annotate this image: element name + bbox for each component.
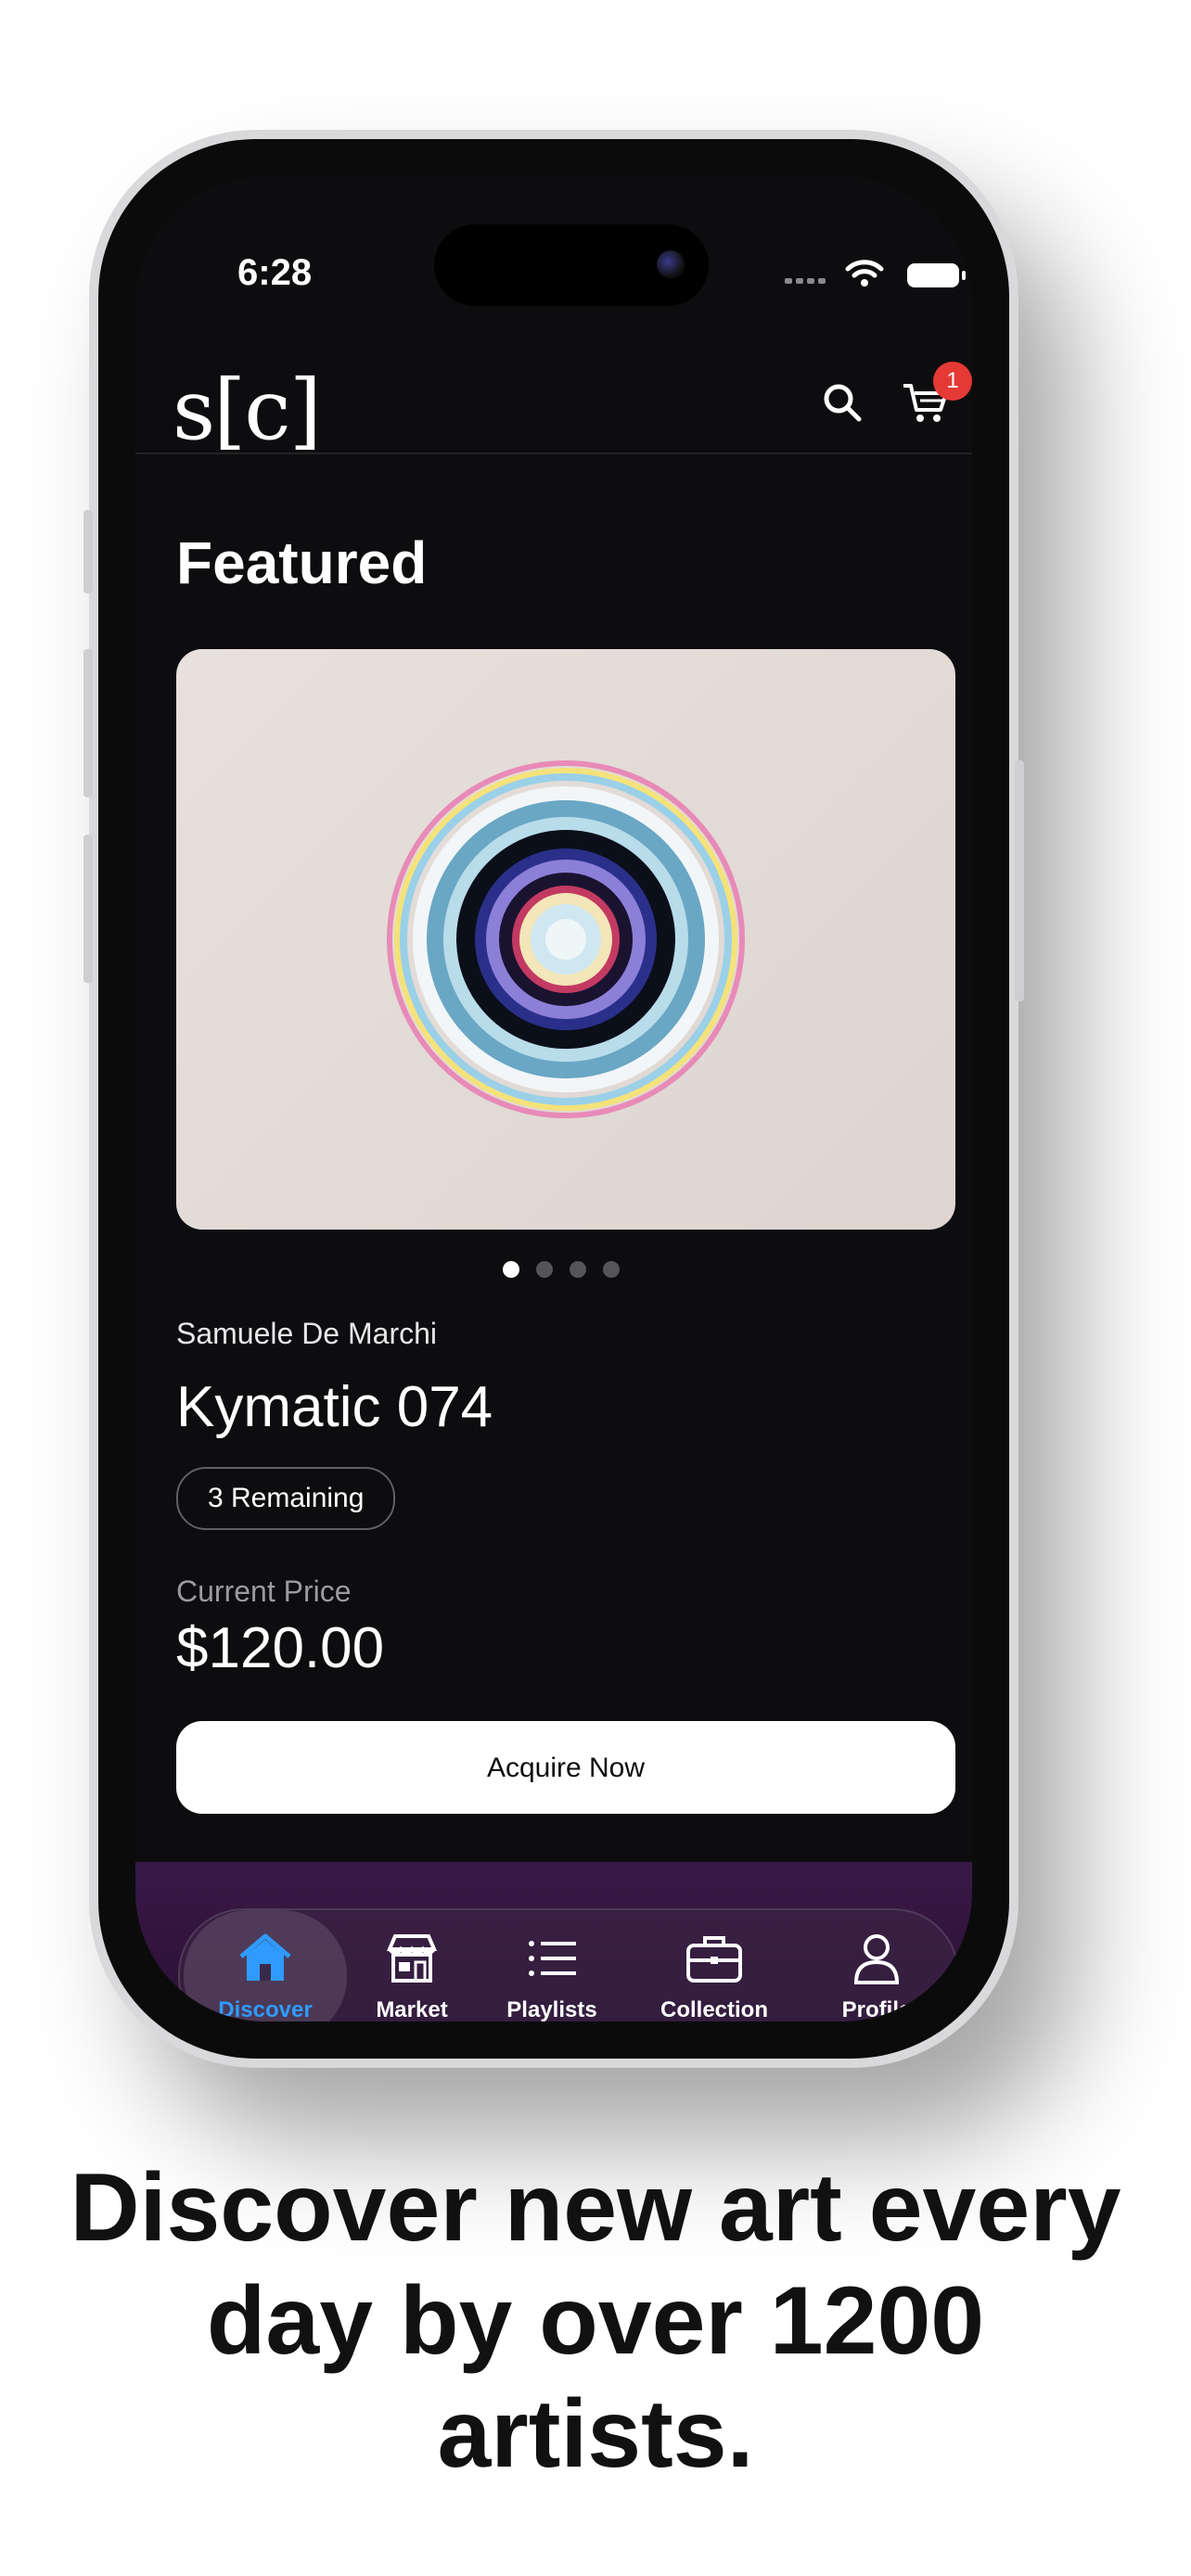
tab-profile[interactable]: Profile xyxy=(807,1910,946,2021)
status-time: 6:28 xyxy=(237,252,313,293)
tab-label: Market xyxy=(376,1997,448,2021)
camera-lens xyxy=(657,250,685,278)
bottom-tab-bar: Discover Market Playlists Collection Pro… xyxy=(178,1908,959,2021)
list-icon xyxy=(529,1941,576,1976)
person-icon xyxy=(853,1934,900,1984)
search-icon[interactable] xyxy=(820,380,864,425)
phone-frame: 6:28 s[c] 1 Featured Samuele De Marchi K… xyxy=(83,130,1024,2068)
artist-name[interactable]: Samuele De Marchi xyxy=(176,1317,437,1351)
carousel-dot[interactable] xyxy=(603,1261,620,1278)
volume-up-button xyxy=(83,649,93,797)
carousel-dot[interactable] xyxy=(536,1261,553,1278)
price-label: Current Price xyxy=(176,1575,352,1608)
dynamic-island xyxy=(434,224,709,306)
tab-collection[interactable]: Collection xyxy=(633,1910,796,2021)
price-value: $120.00 xyxy=(176,1616,385,1680)
app-header: s[c] 1 xyxy=(135,343,972,459)
tab-playlists[interactable]: Playlists xyxy=(484,1910,620,2021)
tab-label: Discover xyxy=(218,1997,313,2021)
cart-count-badge: 1 xyxy=(933,362,972,401)
power-button xyxy=(1015,760,1024,1001)
tab-label: Playlists xyxy=(506,1997,597,2021)
phone-bezel: 6:28 s[c] 1 Featured Samuele De Marchi K… xyxy=(98,139,1009,2059)
featured-artwork-image[interactable] xyxy=(176,649,955,1230)
carousel-dot[interactable] xyxy=(570,1261,586,1278)
wifi-icon xyxy=(845,260,884,287)
section-title: Featured xyxy=(176,529,428,596)
carousel-indicator xyxy=(503,1261,620,1278)
app-logo: s[c] xyxy=(173,362,322,459)
marketing-caption: Discover new art every day by over 1200 … xyxy=(70,2154,1121,2488)
battery-icon xyxy=(907,263,966,287)
acquire-now-button[interactable]: Acquire Now xyxy=(176,1721,955,1814)
remaining-badge: 3 Remaining xyxy=(176,1467,396,1530)
tab-market[interactable]: Market xyxy=(356,1910,467,2021)
tab-discover[interactable]: Discover xyxy=(184,1910,347,2021)
volume-down-button xyxy=(83,835,93,983)
artwork-title: Kymatic 074 xyxy=(176,1375,493,1439)
action-button xyxy=(83,510,93,593)
tab-label: Collection xyxy=(660,1997,768,2021)
app-screen: 6:28 s[c] 1 Featured Samuele De Marchi K… xyxy=(135,176,972,2021)
storefront-icon xyxy=(386,1934,438,1983)
tab-label: Profile xyxy=(841,1997,912,2021)
briefcase-icon xyxy=(686,1936,742,1983)
cellular-signal-icon xyxy=(785,278,826,286)
carousel-dot[interactable] xyxy=(503,1261,519,1278)
home-icon xyxy=(239,1933,291,1981)
